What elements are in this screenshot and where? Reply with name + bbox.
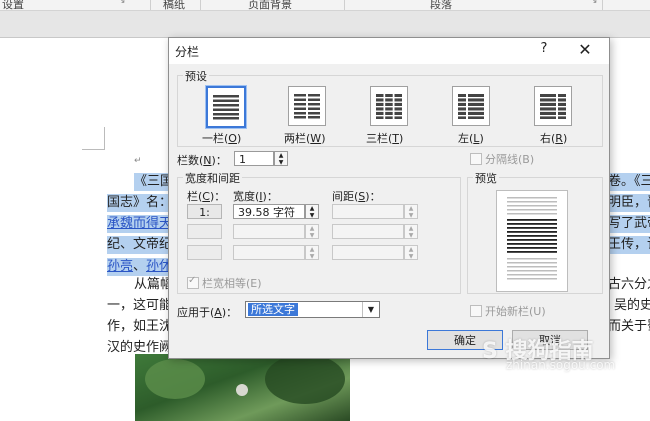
ribbon-expander-icon[interactable]: ↘ [118, 0, 126, 6]
document-text-line[interactable]: 承魏而得天 [107, 215, 173, 233]
apply-to-selected-value: 所选文字 [248, 303, 298, 316]
num-columns-stepper[interactable]: ▲ ▼ [274, 151, 288, 166]
column-width-stepper[interactable]: ▲ ▼ [305, 224, 319, 239]
column-spacing-input[interactable] [332, 224, 404, 239]
start-new-column-checkbox[interactable] [470, 305, 482, 317]
ribbon-separator [602, 0, 603, 10]
photo-statue-head [236, 384, 248, 396]
document-text-line[interactable]: 卷。《三 [608, 173, 650, 191]
presets-group-label: 预设 [183, 68, 209, 84]
preset-one-column-label[interactable]: 一栏(O) [202, 130, 241, 146]
column-spacing-stepper[interactable]: ▲ ▼ [404, 245, 418, 260]
preset-two-columns[interactable] [288, 86, 326, 126]
column-width-input[interactable] [233, 224, 305, 239]
width-spacing-label: 宽度和间距 [183, 170, 242, 186]
apply-to-label: 应用于(A)： [177, 306, 238, 319]
document-text-line[interactable]: 国志》名： [107, 194, 173, 212]
three-columns-icon [375, 94, 403, 119]
width-header: 宽度(I)： [233, 190, 278, 203]
column-number-cell [187, 224, 222, 239]
ribbon-strip: 设置 ↘ 稿纸 页面背景 段落 ↘ [0, 0, 650, 11]
column-width-stepper[interactable]: ▲ ▼ [305, 245, 319, 260]
num-columns-input[interactable]: 1 [234, 151, 274, 166]
equal-width-label: 栏宽相等(E) [202, 277, 262, 290]
document-text-line[interactable]: 作，如王沈 [107, 318, 172, 336]
spacing-header: 间距(S)： [332, 190, 381, 203]
separator-line-label: 分隔线(B) [485, 153, 535, 166]
two-columns-icon [294, 94, 320, 119]
left-column-icon [457, 94, 485, 119]
ribbon-expander-icon[interactable]: ↘ [590, 0, 598, 6]
help-button[interactable]: ? [534, 41, 554, 59]
preview-lines [507, 197, 557, 280]
document-text-line[interactable]: 古六分之 [608, 276, 650, 294]
right-column-icon [539, 94, 567, 119]
preset-left-label[interactable]: 左(L) [458, 130, 484, 146]
paragraph-mark: ↵ [134, 156, 142, 166]
document-photo[interactable] [135, 354, 350, 421]
document-text-line[interactable]: 王传，记 [608, 236, 650, 254]
preset-three-columns-label[interactable]: 三栏(T) [366, 130, 403, 146]
preset-left[interactable] [452, 86, 490, 126]
separator-line-checkbox[interactable] [470, 153, 482, 165]
margin-corner-mark [82, 127, 105, 150]
preview-label: 预览 [473, 170, 499, 186]
start-new-column-label: 开始新栏(U) [485, 305, 546, 318]
column-width-stepper[interactable]: ▲ ▼ [305, 204, 319, 219]
document-text-line[interactable]: 纪、文帝纪 [107, 236, 173, 254]
column-spacing-input[interactable] [332, 204, 404, 219]
document-link[interactable]: 孙亮 [107, 259, 133, 274]
column-spacing-stepper[interactable]: ▲ ▼ [404, 204, 418, 219]
document-text-line[interactable]: 明臣，晋 [608, 194, 650, 212]
num-columns-label: 栏数(N)： [177, 154, 227, 167]
ribbon-separator [150, 0, 151, 10]
chevron-down-icon[interactable]: ▼ [362, 302, 379, 317]
dialog-title: 分栏 [175, 45, 200, 59]
one-column-icon [213, 95, 239, 120]
column-spacing-input[interactable] [332, 245, 404, 260]
preset-right[interactable] [534, 86, 572, 126]
column-spacing-stepper[interactable]: ▲ ▼ [404, 224, 418, 239]
photo-foliage [145, 359, 205, 399]
ribbon-separator [200, 0, 201, 10]
equal-width-checkbox[interactable] [187, 275, 199, 289]
close-icon[interactable]: ✕ [574, 40, 596, 60]
document-text-line[interactable]: 写了武帝 [608, 215, 650, 233]
photo-foliage [265, 354, 345, 404]
column-width-input[interactable]: 39.58 字符 [233, 204, 305, 219]
column-header: 栏(C)： [187, 190, 226, 203]
document-separator: 、 [133, 259, 147, 274]
column-width-input[interactable] [233, 245, 305, 260]
document-text-line[interactable]: 而关于蜀 [608, 318, 650, 336]
document-text-line[interactable]: 孙亮、孙休 [107, 258, 173, 276]
dialog-titlebar[interactable]: 分栏 ? ✕ [169, 38, 609, 64]
apply-to-select[interactable]: 所选文字 ▼ [245, 301, 380, 318]
watermark-url: zhinan.sogou.com [506, 358, 616, 372]
column-number-cell [187, 245, 222, 260]
column-number-cell: 1: [187, 204, 222, 219]
preset-two-columns-label[interactable]: 两栏(W) [284, 130, 325, 146]
preset-right-label[interactable]: 右(R) [540, 130, 567, 146]
preset-three-columns[interactable] [370, 86, 408, 126]
preview-page [496, 190, 568, 292]
ribbon-separator [344, 0, 345, 10]
preset-one-column[interactable] [206, 86, 246, 128]
document-text-line[interactable]: 一，这可能 [107, 297, 172, 315]
document-text-line[interactable]: 吴的史 [614, 297, 650, 315]
ruler-bar [0, 11, 650, 38]
document-link[interactable]: 承魏而得天 [107, 216, 172, 231]
